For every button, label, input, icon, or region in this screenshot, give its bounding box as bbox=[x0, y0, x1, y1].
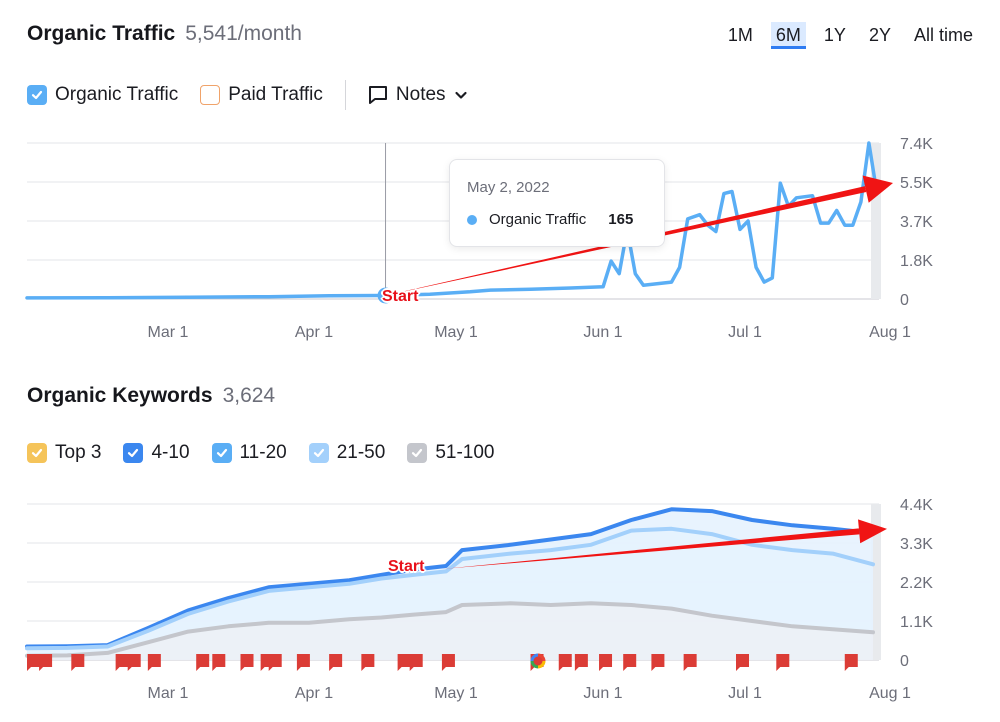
note-flag-icon[interactable] bbox=[127, 654, 141, 671]
x-tick-label: Jul 1 bbox=[728, 685, 762, 702]
note-flag-icon[interactable] bbox=[397, 654, 411, 671]
note-flag-icon[interactable] bbox=[599, 654, 613, 671]
note-flag-icon[interactable] bbox=[574, 654, 588, 671]
note-flag-icon[interactable] bbox=[736, 654, 750, 671]
note-flag-icon[interactable] bbox=[147, 654, 161, 671]
note-flag-icon[interactable] bbox=[558, 654, 572, 671]
note-flag-icon[interactable] bbox=[683, 654, 697, 671]
note-flag-icon[interactable] bbox=[115, 654, 129, 671]
note-flag-icon[interactable] bbox=[329, 654, 343, 671]
note-flag-icon[interactable] bbox=[409, 654, 423, 671]
note-flag-icon[interactable] bbox=[651, 654, 665, 671]
note-flag-icon[interactable] bbox=[71, 654, 85, 671]
keywords-start-annotation: Start bbox=[388, 558, 425, 575]
y-tick-label: 1.1K bbox=[900, 614, 933, 631]
y-tick-label: 4.4K bbox=[900, 497, 933, 514]
note-flag-icon[interactable] bbox=[39, 654, 53, 671]
x-tick-label: Jun 1 bbox=[583, 685, 622, 702]
note-flag-icon[interactable] bbox=[196, 654, 210, 671]
note-flag-icon[interactable] bbox=[27, 654, 40, 671]
note-flag-icon[interactable] bbox=[441, 654, 455, 671]
y-tick-label: 0 bbox=[900, 653, 909, 670]
note-flag-icon[interactable] bbox=[623, 654, 637, 671]
x-tick-label: Apr 1 bbox=[295, 685, 333, 702]
note-flag-icon[interactable] bbox=[268, 654, 282, 671]
note-flag-icon[interactable] bbox=[296, 654, 310, 671]
x-tick-label: Aug 1 bbox=[869, 685, 911, 702]
note-flag-icon[interactable] bbox=[361, 654, 375, 671]
x-tick-label: Mar 1 bbox=[148, 685, 189, 702]
y-tick-label: 3.3K bbox=[900, 536, 933, 553]
note-flag-icon[interactable] bbox=[776, 654, 790, 671]
x-tick-label: May 1 bbox=[434, 685, 478, 702]
note-flag-icon[interactable] bbox=[844, 654, 858, 671]
y-tick-label: 2.2K bbox=[900, 575, 933, 592]
keywords-chart[interactable]: 0 1.1K 2.2K 3.3K 4.4K Mar 1 Apr 1 May 1 Jun 1 Jul… bbox=[0, 0, 1000, 722]
note-flag-icon[interactable] bbox=[212, 654, 226, 671]
note-flag-icon[interactable] bbox=[240, 654, 254, 671]
